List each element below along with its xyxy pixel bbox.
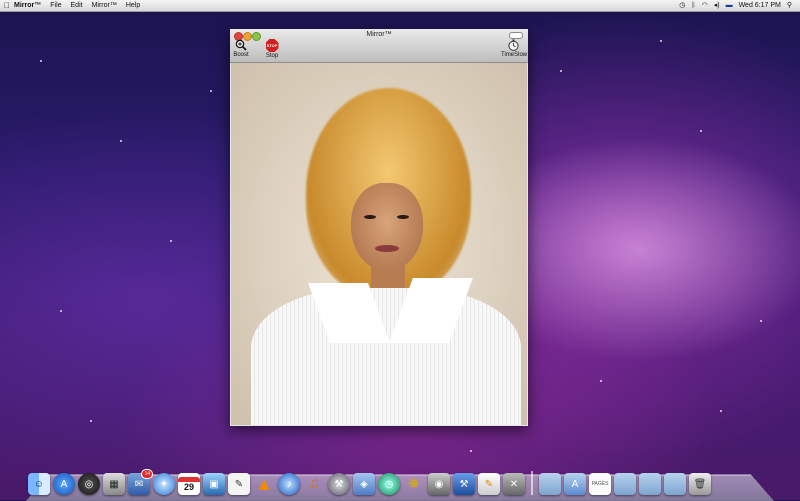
ical-icon[interactable]: 29 xyxy=(178,473,200,495)
safari-icon[interactable]: ✦ xyxy=(153,473,175,495)
xcode-hammer-icon[interactable]: ⚒ xyxy=(453,473,475,495)
dock: ☺ A ◎ ▦ ✉ 14 ✦ 29 ▣ ✎ ▲ ♪ ♫ ⚒ ◈ ◷ ✸ ◉ ⚒ … xyxy=(28,463,788,495)
window-titlebar[interactable]: Mirror™ Boost STOP Stop TimeSlow xyxy=(230,29,528,63)
boost-button[interactable]: Boost xyxy=(232,39,250,58)
menu-file[interactable]: File xyxy=(50,0,61,11)
boost-label: Boost xyxy=(233,52,248,58)
garageband-icon[interactable]: ♫ xyxy=(303,473,325,495)
photo-eye-left xyxy=(364,215,376,219)
mail-badge: 14 xyxy=(141,469,153,479)
clock[interactable]: Wed 6:17 PM xyxy=(739,0,781,11)
finder-icon[interactable]: ☺ xyxy=(28,473,50,495)
dashboard-icon[interactable]: ◎ xyxy=(78,473,100,495)
vlc-icon[interactable]: ▲ xyxy=(253,473,275,495)
calendar-day: 29 xyxy=(184,482,194,492)
menu-app-name[interactable]: Mirror™ xyxy=(14,0,41,11)
wifi-icon[interactable]: ◠ xyxy=(702,0,708,11)
trash-icon[interactable]: 🗑 xyxy=(689,473,711,495)
window-title: Mirror™ xyxy=(230,31,528,38)
toolbar-toggle-button[interactable] xyxy=(509,32,523,39)
folder-icon[interactable] xyxy=(539,473,561,495)
photo-eye-right xyxy=(397,215,409,219)
time-machine-icon[interactable]: ◷ xyxy=(679,0,685,11)
utilities-icon[interactable]: ✕ xyxy=(503,473,525,495)
iphoto-icon[interactable]: ▣ xyxy=(203,473,225,495)
stopwatch-icon xyxy=(507,39,520,51)
pages-doc-icon[interactable]: PAGES xyxy=(589,473,611,495)
time-machine-dock-icon[interactable]: ◷ xyxy=(378,473,400,495)
mirror-camera-view xyxy=(231,63,527,425)
textedit-icon[interactable]: ✎ xyxy=(228,473,250,495)
magnifier-plus-icon xyxy=(235,39,247,51)
preview-icon[interactable]: ▦ xyxy=(103,473,125,495)
dock-separator xyxy=(531,471,533,495)
documents-icon[interactable]: A xyxy=(564,473,586,495)
apple-menu-icon[interactable]:  xyxy=(0,1,14,10)
itunes-icon[interactable]: ♪ xyxy=(278,473,300,495)
stop-label: Stop xyxy=(266,53,278,59)
pages-icon[interactable]: ✎ xyxy=(478,473,500,495)
mail-icon[interactable]: ✉ 14 xyxy=(128,473,150,495)
flag-icon[interactable]: ▬ xyxy=(726,0,733,11)
bluetooth-icon[interactable]: ᛒ xyxy=(691,0,695,11)
menu-mirror[interactable]: Mirror™ xyxy=(92,0,117,11)
menu-bar:  Mirror™ File Edit Mirror™ Help ◷ ᛒ ◠ ◂… xyxy=(0,0,800,12)
xcode-icon[interactable]: ⚒ xyxy=(328,473,350,495)
stop-button[interactable]: STOP Stop xyxy=(264,39,280,59)
stop-sign-icon: STOP xyxy=(266,39,279,52)
menu-help[interactable]: Help xyxy=(126,0,140,11)
photo-lips xyxy=(375,245,399,252)
menu-extras: ◷ ᛒ ◠ ◂) ▬ Wed 6:17 PM ⚲ xyxy=(679,0,800,11)
timeslow-label: TimeSlow xyxy=(501,52,527,58)
mirror-icon[interactable]: ✸ xyxy=(403,473,425,495)
downloads-folder-icon[interactable] xyxy=(614,473,636,495)
photo-shirt xyxy=(251,288,521,425)
applications-folder-icon[interactable] xyxy=(639,473,661,495)
preview2-icon[interactable]: ◈ xyxy=(353,473,375,495)
timeslow-button[interactable]: TimeSlow xyxy=(501,39,525,58)
volume-icon[interactable]: ◂) xyxy=(714,0,720,11)
spotlight-icon[interactable]: ⚲ xyxy=(787,0,792,11)
stack-folder-icon[interactable] xyxy=(664,473,686,495)
menu-edit[interactable]: Edit xyxy=(71,0,83,11)
photo-face xyxy=(351,183,423,271)
camera-icon[interactable]: ◉ xyxy=(428,473,450,495)
mirror-window: Mirror™ Boost STOP Stop TimeSlow xyxy=(230,29,528,426)
app-store-icon[interactable]: A xyxy=(53,473,75,495)
